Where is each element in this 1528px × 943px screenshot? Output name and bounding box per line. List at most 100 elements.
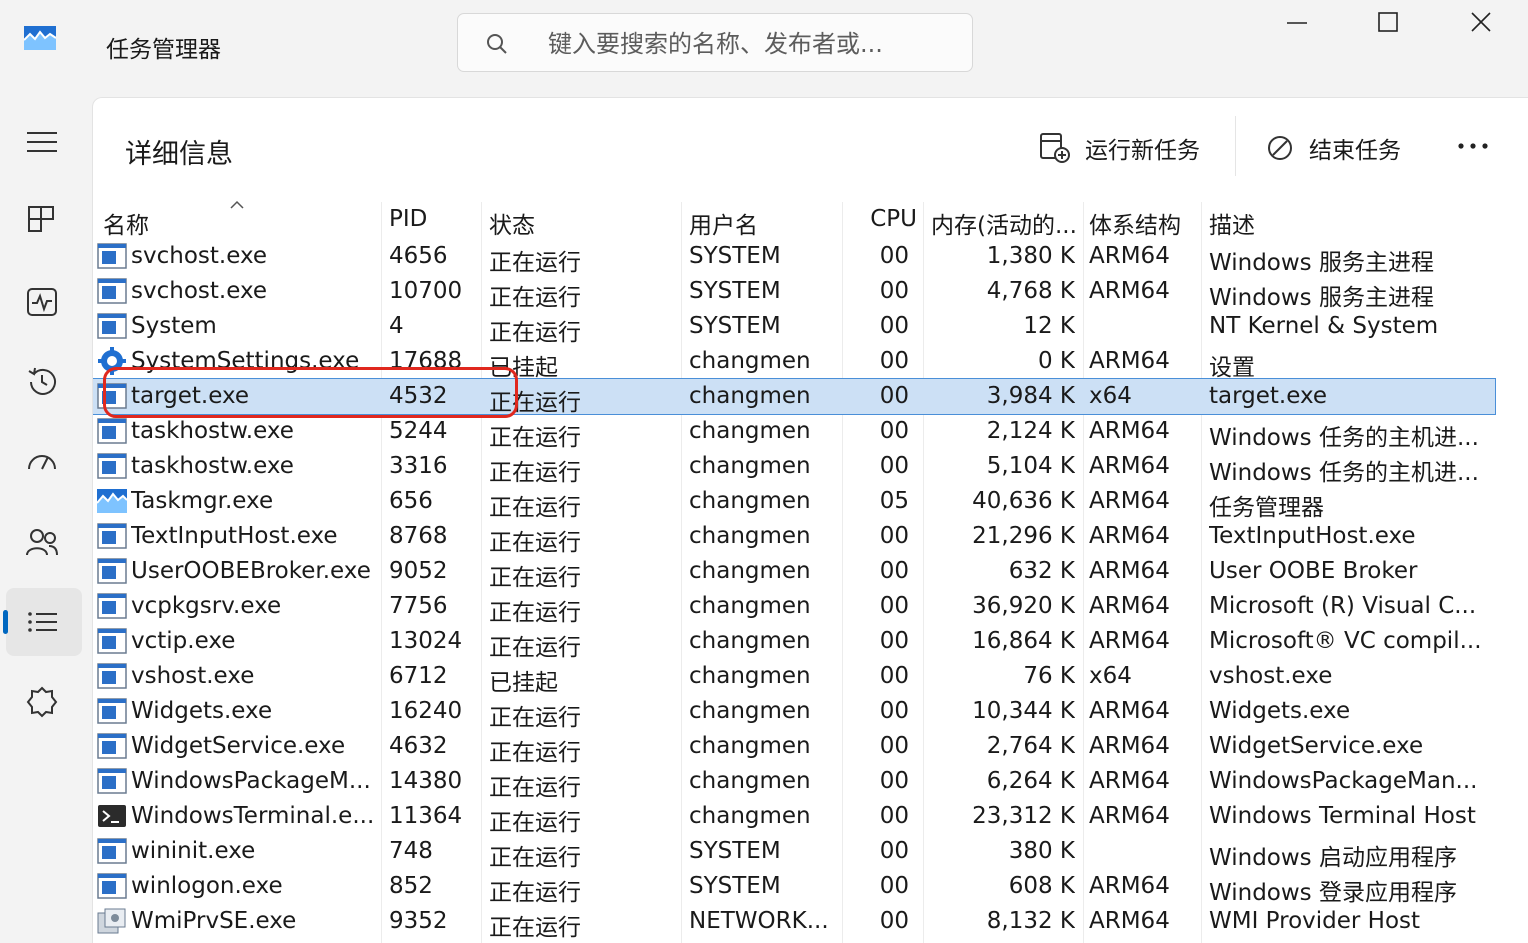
cell-arch: ARM64 bbox=[1089, 593, 1170, 619]
column-header-status[interactable]: 状态 bbox=[489, 206, 535, 240]
cell-arch: ARM64 bbox=[1089, 348, 1170, 374]
cell-user: SYSTEM bbox=[689, 313, 781, 339]
cell-name: wininit.exe bbox=[131, 838, 256, 864]
column-header-cpu[interactable]: CPU bbox=[843, 206, 917, 232]
cell-mem: 380 K bbox=[1008, 838, 1075, 864]
table-row[interactable]: WindowsTerminal.e... 11364 正在运行 changmen 00 2… bbox=[93, 799, 1495, 836]
generic-exe-icon bbox=[97, 662, 127, 690]
column-header-pid[interactable]: PID bbox=[389, 206, 427, 232]
table-row[interactable]: WindowsPackageM... 14380 正在运行 changmen 00 6,2… bbox=[93, 764, 1495, 801]
cell-user: SYSTEM bbox=[689, 243, 781, 269]
cell-mem: 23,312 K bbox=[972, 803, 1075, 829]
cell-pid: 4632 bbox=[389, 733, 448, 759]
cell-mem: 12 K bbox=[1023, 313, 1075, 339]
column-header-user[interactable]: 用户名 bbox=[689, 206, 758, 240]
nav-performance[interactable] bbox=[6, 268, 82, 336]
table-row[interactable]: TextInputHost.exe 8768 正在运行 changmen 00 21,29… bbox=[93, 519, 1495, 556]
cell-mem: 16,864 K bbox=[972, 628, 1075, 654]
cell-status: 正在运行 bbox=[489, 810, 581, 836]
table-row[interactable]: Widgets.exe 16240 正在运行 changmen 00 10,344 K AR… bbox=[93, 694, 1495, 731]
table-row[interactable]: winlogon.exe 852 正在运行 SYSTEM 00 608 K ARM64 Win… bbox=[93, 869, 1495, 906]
table-row[interactable]: WidgetService.exe 4632 正在运行 changmen 00 2,764… bbox=[93, 729, 1495, 766]
cell-user: SYSTEM bbox=[689, 278, 781, 304]
column-header-description[interactable]: 描述 bbox=[1209, 206, 1255, 240]
cell-user: changmen bbox=[689, 698, 811, 724]
cell-desc: 任务管理器 bbox=[1209, 495, 1324, 521]
cell-arch: x64 bbox=[1089, 383, 1132, 409]
table-row[interactable]: taskhostw.exe 5244 正在运行 changmen 00 2,124 K AR… bbox=[93, 414, 1495, 451]
puzzle-gear-icon bbox=[26, 686, 58, 718]
column-header-name[interactable]: 名称 bbox=[103, 206, 149, 240]
cell-cpu: 00 bbox=[879, 768, 909, 794]
cell-mem: 36,920 K bbox=[972, 593, 1075, 619]
cell-name: vshost.exe bbox=[131, 663, 255, 689]
table-row[interactable]: Taskmgr.exe 656 正在运行 changmen 05 40,636 K ARM6… bbox=[93, 484, 1495, 521]
end-task-button[interactable]: 结束任务 bbox=[1265, 128, 1401, 168]
generic-exe-icon bbox=[97, 732, 127, 760]
vertical-scrollbar[interactable] bbox=[1498, 98, 1528, 943]
close-icon bbox=[1471, 12, 1491, 32]
cell-mem: 1,380 K bbox=[986, 243, 1075, 269]
nav-processes[interactable] bbox=[6, 186, 82, 254]
cell-cpu: 00 bbox=[879, 453, 909, 479]
table-row[interactable]: wininit.exe 748 正在运行 SYSTEM 00 380 K Windows 启… bbox=[93, 834, 1495, 871]
table-row[interactable]: WmiPrvSE.exe 9352 正在运行 NETWORK... 00 8,132 K A… bbox=[93, 904, 1495, 941]
end-task-icon bbox=[1268, 136, 1292, 160]
cell-status: 正在运行 bbox=[489, 285, 581, 311]
cell-pid: 6712 bbox=[389, 663, 448, 689]
column-header-architecture[interactable]: 体系结构 bbox=[1089, 206, 1181, 240]
cell-name: svchost.exe bbox=[131, 278, 268, 304]
table-row[interactable]: System 4 正在运行 SYSTEM 00 12 K NT Kernel & Syste… bbox=[93, 309, 1495, 346]
cell-cpu: 00 bbox=[879, 803, 909, 829]
cell-desc: Windows 任务的主机进... bbox=[1209, 460, 1479, 486]
table-row[interactable]: vctip.exe 13024 正在运行 changmen 00 16,864 K ARM6… bbox=[93, 624, 1495, 661]
table-row[interactable]: vcpkgsrv.exe 7756 正在运行 changmen 00 36,920 K AR… bbox=[93, 589, 1495, 626]
close-button[interactable] bbox=[1456, 8, 1506, 38]
generic-exe-icon bbox=[97, 557, 127, 585]
cell-user: changmen bbox=[689, 418, 811, 444]
run-new-task-button[interactable]: 运行新任务 bbox=[1039, 128, 1200, 168]
cell-status: 正在运行 bbox=[489, 250, 581, 276]
cell-desc: User OOBE Broker bbox=[1209, 558, 1418, 584]
cell-mem: 21,296 K bbox=[972, 523, 1075, 549]
cell-arch: ARM64 bbox=[1089, 243, 1170, 269]
generic-exe-icon bbox=[97, 417, 127, 445]
generic-exe-icon bbox=[97, 627, 127, 655]
cell-mem: 5,104 K bbox=[986, 453, 1075, 479]
cell-arch: ARM64 bbox=[1089, 523, 1170, 549]
nav-services[interactable] bbox=[6, 668, 82, 736]
minimize-button[interactable] bbox=[1272, 8, 1322, 38]
cell-name: winlogon.exe bbox=[131, 873, 283, 899]
generic-exe-icon bbox=[97, 837, 127, 865]
cell-status: 已挂起 bbox=[489, 670, 558, 696]
nav-users[interactable] bbox=[6, 508, 82, 576]
cell-cpu: 00 bbox=[879, 243, 909, 269]
cell-name: svchost.exe bbox=[131, 243, 268, 269]
nav-app-history[interactable] bbox=[6, 348, 82, 416]
table-row[interactable]: svchost.exe 10700 正在运行 SYSTEM 00 4,768 K ARM64… bbox=[93, 274, 1495, 311]
cell-name: WmiPrvSE.exe bbox=[131, 908, 297, 934]
page-title: 详细信息 bbox=[125, 139, 233, 170]
nav-menu-button[interactable] bbox=[6, 108, 82, 176]
table-row[interactable]: svchost.exe 4656 正在运行 SYSTEM 00 1,380 K ARM64 W… bbox=[93, 239, 1495, 276]
cell-arch: ARM64 bbox=[1089, 733, 1170, 759]
cell-status: 正在运行 bbox=[489, 320, 581, 346]
more-options-button[interactable] bbox=[1455, 132, 1495, 162]
cell-user: SYSTEM bbox=[689, 838, 781, 864]
table-row[interactable]: vshost.exe 6712 已挂起 changmen 00 76 K x64 vshost… bbox=[93, 659, 1495, 696]
search-input[interactable] bbox=[546, 24, 950, 64]
taskmgr-graph-icon bbox=[96, 487, 128, 515]
table-row[interactable]: taskhostw.exe 3316 正在运行 changmen 00 5,104 K AR… bbox=[93, 449, 1495, 486]
cell-cpu: 00 bbox=[879, 838, 909, 864]
search-box[interactable] bbox=[457, 13, 973, 72]
cell-cpu: 00 bbox=[879, 663, 909, 689]
column-header-memory[interactable]: 内存(活动的... bbox=[931, 206, 1081, 240]
cell-mem: 8,132 K bbox=[986, 908, 1075, 934]
history-clock-icon bbox=[28, 367, 56, 395]
nav-details[interactable] bbox=[3, 588, 82, 656]
maximize-button[interactable] bbox=[1363, 8, 1413, 38]
cell-status: 正在运行 bbox=[489, 915, 581, 941]
table-row[interactable]: UserOOBEBroker.exe 9052 正在运行 changmen 00 632 … bbox=[93, 554, 1495, 591]
generic-exe-icon bbox=[97, 592, 127, 620]
nav-startup[interactable] bbox=[6, 428, 82, 496]
